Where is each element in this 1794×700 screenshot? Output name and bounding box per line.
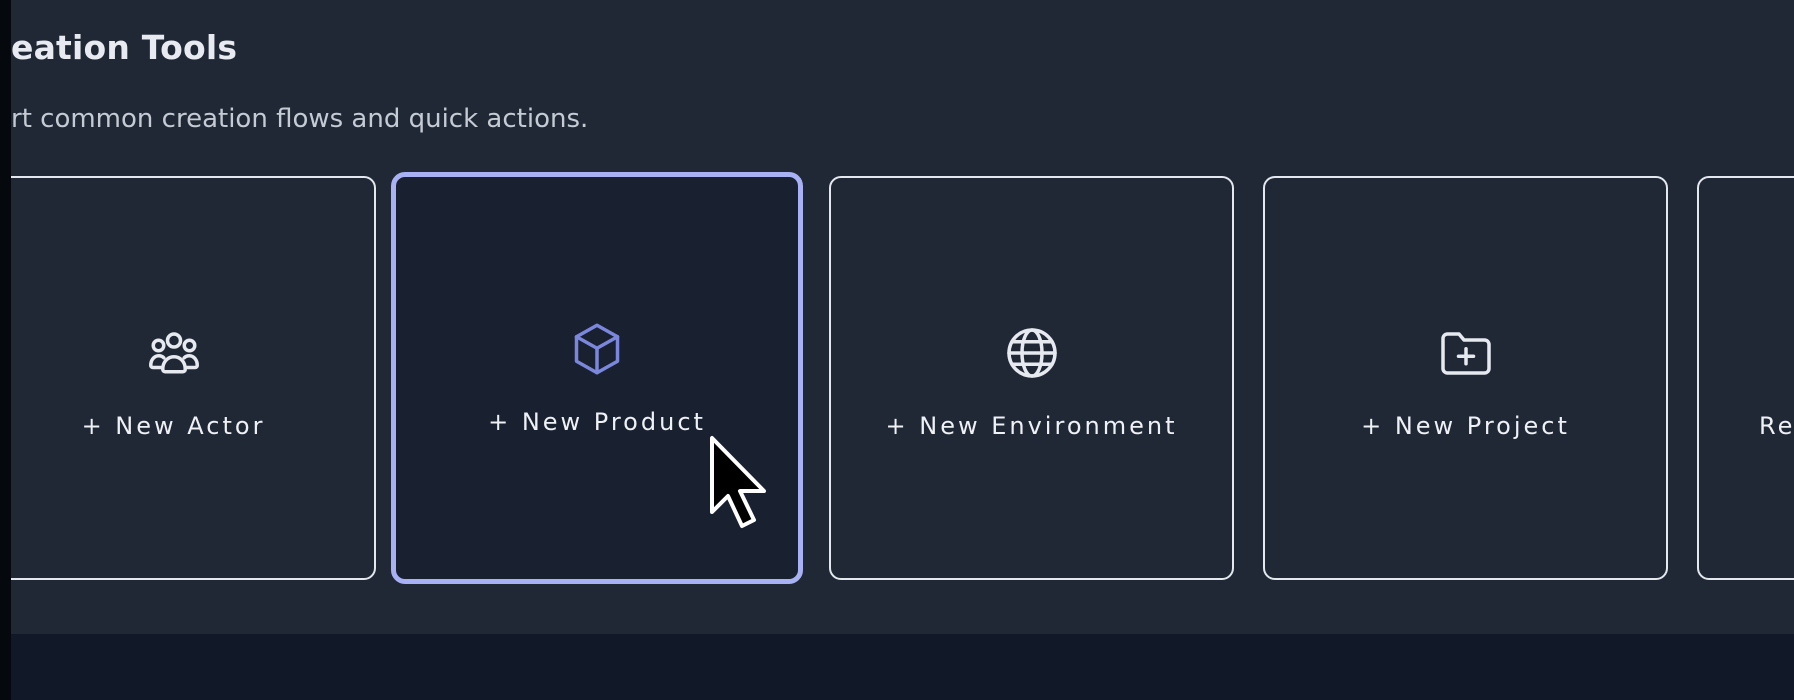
- cube-icon: [574, 323, 620, 375]
- new-environment-card[interactable]: + New Environment: [829, 176, 1234, 580]
- footer-band: [11, 634, 1794, 700]
- creation-tools-panel: eation Tools rt common creation flows an…: [0, 0, 1794, 634]
- globe-icon: [1006, 328, 1057, 378]
- new-environment-label: + New Environment: [885, 412, 1178, 440]
- new-project-label: + New Project: [1361, 412, 1570, 440]
- new-product-card[interactable]: + New Product: [391, 172, 803, 584]
- window-edge: [0, 0, 11, 700]
- users-icon: [148, 332, 199, 374]
- new-actor-card[interactable]: + New Actor: [0, 176, 376, 580]
- more-actions-label: Re: [1759, 412, 1794, 440]
- folder-plus-icon: [1440, 332, 1491, 375]
- screen: eation Tools rt common creation flows an…: [0, 0, 1794, 700]
- new-actor-label: + New Actor: [81, 412, 266, 440]
- section-title: eation Tools: [11, 28, 238, 67]
- more-actions-card[interactable]: Re: [1697, 176, 1794, 580]
- new-product-label: + New Product: [488, 408, 706, 436]
- section-subtitle: rt common creation flows and quick actio…: [11, 104, 589, 134]
- new-project-card[interactable]: + New Project: [1263, 176, 1668, 580]
